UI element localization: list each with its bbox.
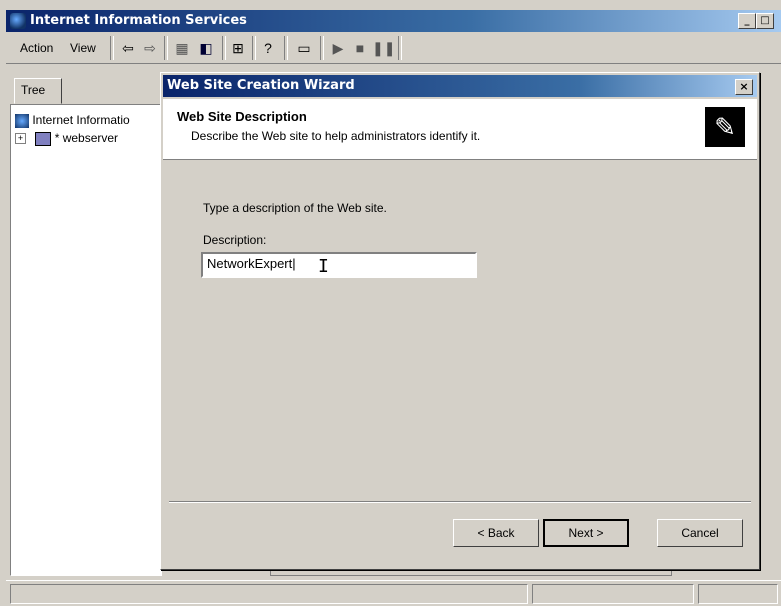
main-title-bar[interactable]: Internet Information Services _ □ bbox=[6, 10, 781, 32]
description-input[interactable]: NetworkExpert| bbox=[201, 252, 477, 278]
tree-item-webserver[interactable]: + * webserver bbox=[15, 131, 118, 146]
text-cursor-icon: I bbox=[318, 256, 329, 277]
folder-icon[interactable]: ▦ bbox=[172, 39, 192, 57]
status-cell-2 bbox=[532, 584, 694, 604]
toolbar-separator bbox=[252, 36, 256, 60]
menu-view[interactable]: View bbox=[70, 41, 96, 55]
wizard-book-icon: ✎ bbox=[705, 107, 745, 147]
web-site-creation-wizard: Web Site Creation Wizard × Web Site Desc… bbox=[160, 72, 760, 570]
minimize-button[interactable]: _ bbox=[738, 13, 756, 29]
pause-icon[interactable]: ❚❚ bbox=[372, 39, 395, 57]
description-label: Description: bbox=[203, 233, 267, 247]
computer-icon bbox=[35, 131, 52, 146]
maximize-button[interactable]: □ bbox=[756, 13, 774, 29]
wizard-title-bar[interactable]: Web Site Creation Wizard × bbox=[163, 75, 757, 97]
toolbar-separator bbox=[284, 36, 288, 60]
expand-plus-icon[interactable]: + bbox=[15, 133, 26, 145]
iis-app-icon bbox=[10, 13, 26, 29]
toolbar-separator bbox=[110, 36, 114, 60]
help-icon[interactable]: ? bbox=[258, 39, 278, 57]
show-hide-tree-icon[interactable]: ◧ bbox=[196, 39, 216, 57]
close-icon[interactable]: × bbox=[735, 79, 753, 95]
tab-tree[interactable]: Tree bbox=[14, 78, 62, 104]
toolbar-separator bbox=[320, 36, 324, 60]
iis-root-icon bbox=[15, 113, 29, 128]
forward-arrow-icon[interactable]: ⇨ bbox=[140, 39, 160, 57]
toolbar-separator bbox=[398, 36, 402, 60]
wizard-title: Web Site Creation Wizard bbox=[167, 78, 355, 93]
wizard-step-title: Web Site Description bbox=[177, 109, 307, 124]
status-cell-3 bbox=[698, 584, 778, 604]
wizard-divider bbox=[169, 501, 751, 503]
toolbar-separator bbox=[222, 36, 226, 60]
stop-icon[interactable]: ■ bbox=[350, 39, 370, 57]
menu-action[interactable]: Action bbox=[20, 41, 53, 55]
next-button[interactable]: Next > bbox=[543, 519, 629, 547]
play-icon[interactable]: ▶ bbox=[328, 39, 348, 57]
wizard-header: Web Site Description Describe the Web si… bbox=[163, 99, 757, 160]
back-arrow-icon[interactable]: ⇦ bbox=[118, 39, 138, 57]
tree-pane[interactable]: Internet Informatio + * webserver bbox=[10, 104, 162, 576]
menu-toolbar: Action View ⇦ ⇨ ▦ ◧ ⊞ ? ▭ ▶ ■ ❚❚ bbox=[6, 33, 781, 64]
main-window-title: Internet Information Services bbox=[30, 13, 247, 28]
toolbar-separator bbox=[164, 36, 168, 60]
status-cell-main bbox=[10, 584, 528, 604]
wizard-step-subtitle: Describe the Web site to help administra… bbox=[191, 129, 481, 143]
status-bar bbox=[6, 580, 781, 605]
tree-item-root[interactable]: Internet Informatio bbox=[15, 113, 130, 128]
cancel-button[interactable]: Cancel bbox=[657, 519, 743, 547]
description-prompt: Type a description of the Web site. bbox=[203, 201, 387, 215]
computer-icon[interactable]: ▭ bbox=[294, 39, 314, 57]
back-button[interactable]: < Back bbox=[453, 519, 539, 547]
export-list-icon[interactable]: ⊞ bbox=[228, 39, 248, 57]
